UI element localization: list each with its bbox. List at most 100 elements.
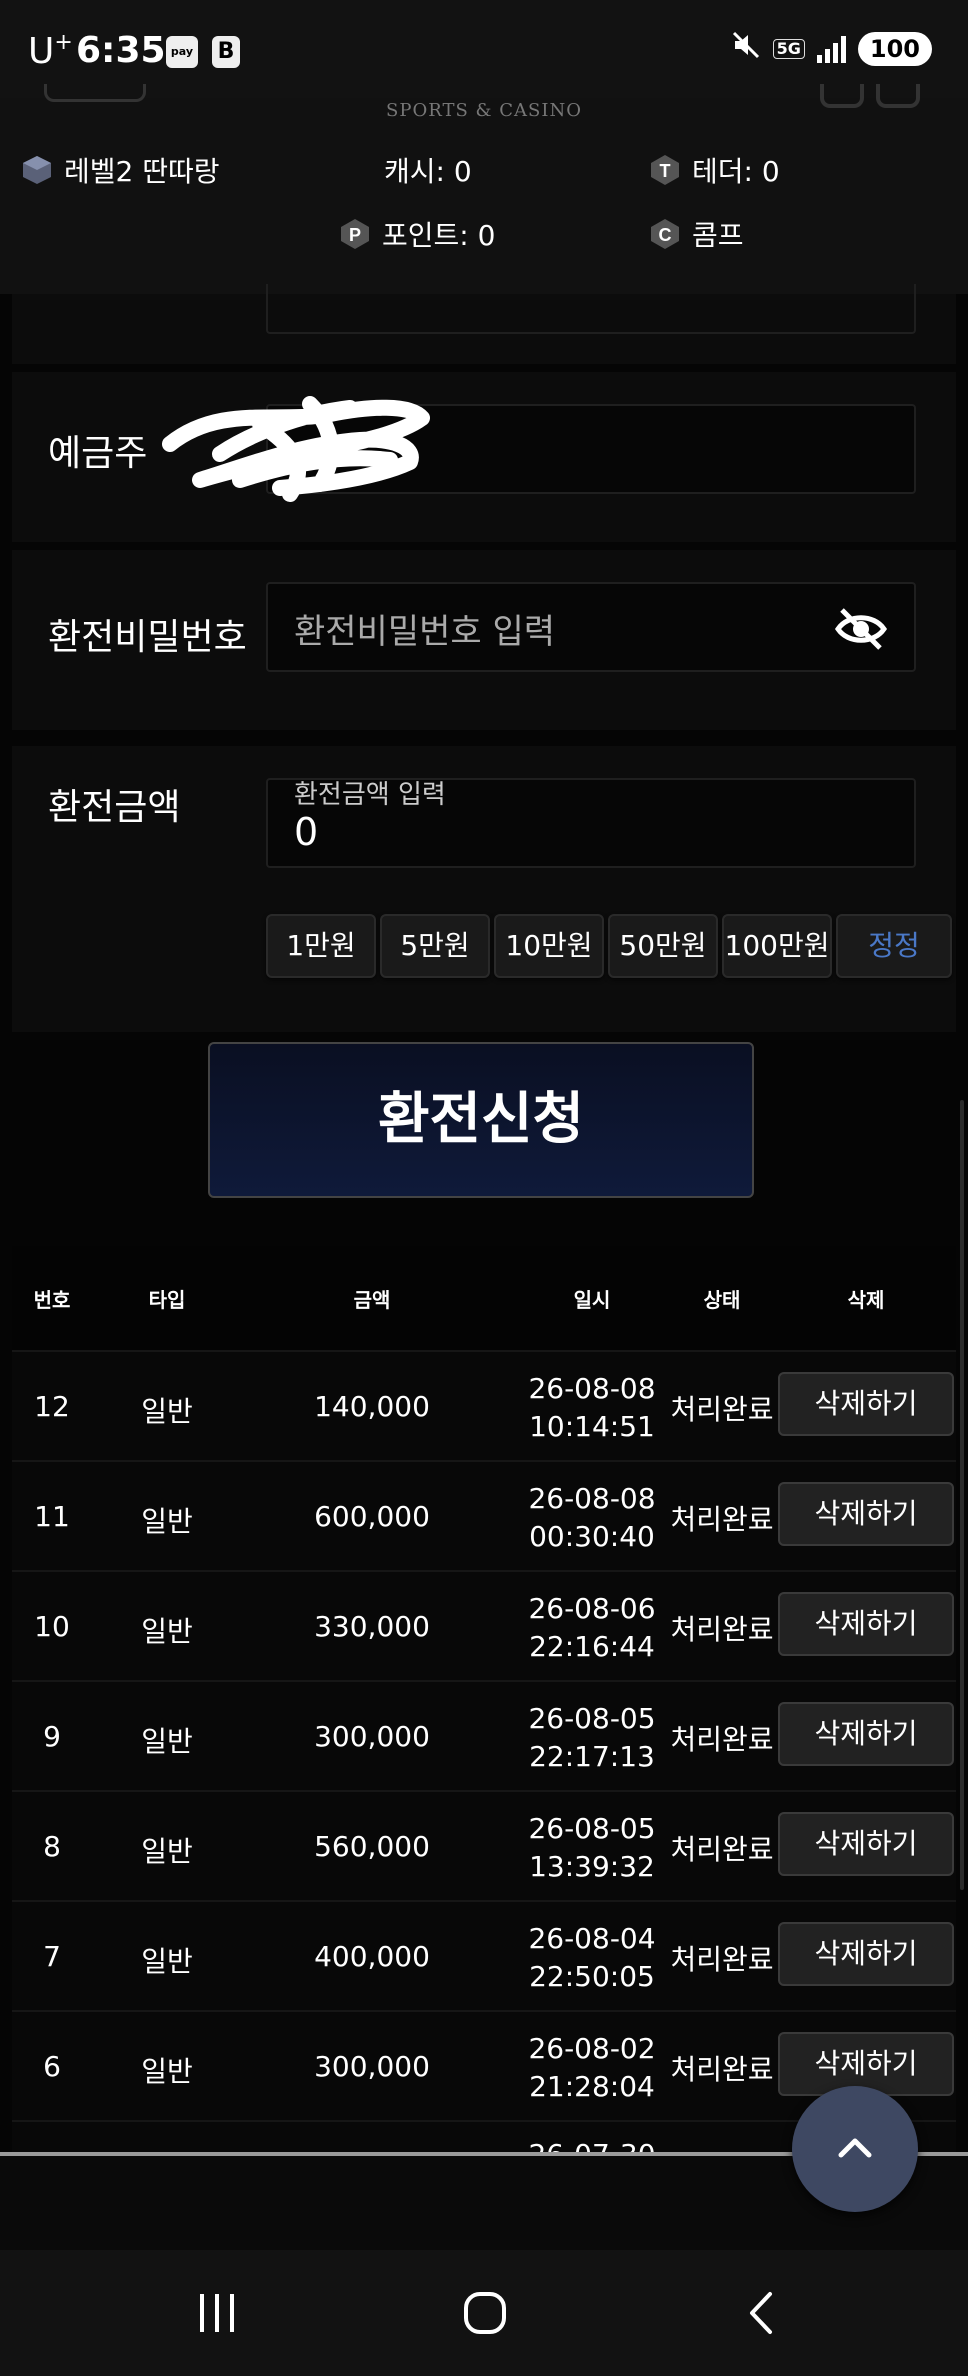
withdraw-password-input[interactable]: 환전비밀번호 입력 <box>266 582 916 672</box>
row-no: 10 <box>34 1610 70 1643</box>
row-no: 11 <box>34 1500 70 1533</box>
tether-info: T 테더: 0 <box>648 150 780 190</box>
withdraw-password-section: 환전비밀번호 환전비밀번호 입력 <box>12 550 956 730</box>
row-type: 일반 <box>141 1725 193 1758</box>
row-amount: 140,000 <box>314 1390 430 1423</box>
eye-off-icon[interactable] <box>834 606 888 652</box>
back-icon[interactable] <box>740 2290 786 2336</box>
svg-text:P: P <box>349 225 361 245</box>
cash-info: 캐시: 0 <box>384 150 472 190</box>
header-button-1[interactable] <box>820 84 864 108</box>
svg-text:C: C <box>659 225 672 245</box>
delete-button[interactable]: 삭제하기 <box>778 1372 954 1436</box>
row-status: 처리완료 <box>670 1833 774 1866</box>
row-status: 처리완료 <box>670 1613 774 1646</box>
table-row: 10 일반 330,000 26-08-06 22:16:44 처리완료 삭제하기 <box>12 1570 956 1680</box>
withdraw-password-label: 환전비밀번호 <box>48 617 247 658</box>
header-status: 상태 <box>703 1288 741 1312</box>
row-status: 처리완료 <box>670 2053 774 2086</box>
amount-value: 0 <box>294 810 319 854</box>
tether-icon: T <box>651 155 679 185</box>
row-amount: 300,000 <box>314 2050 430 2083</box>
row-amount: 560,000 <box>314 1830 430 1863</box>
point-info: P 포인트: 0 <box>338 214 495 254</box>
row-type: 일반 <box>141 1835 193 1868</box>
amount-hint: 환전금액 입력 <box>294 780 446 810</box>
row-no: 6 <box>43 2050 61 2083</box>
row-no: 9 <box>43 1720 61 1753</box>
comp-icon: C <box>651 219 679 249</box>
delete-button[interactable]: 삭제하기 <box>778 1702 954 1766</box>
svg-text:T: T <box>660 161 671 181</box>
row-type: 일반 <box>141 1505 193 1538</box>
level-label: 레벨2 딴따랑 <box>64 155 220 188</box>
delete-button[interactable]: 삭제하기 <box>778 1812 954 1876</box>
row-type: 일반 <box>141 1945 193 1978</box>
row-no: 12 <box>34 1390 70 1423</box>
mute-icon <box>731 30 761 68</box>
pay-icon: pay <box>166 36 198 68</box>
tether-label: 테더: 0 <box>692 155 780 188</box>
recent-apps-icon[interactable] <box>194 2290 240 2336</box>
b-app-icon: B <box>212 36 240 68</box>
delete-button[interactable]: 삭제하기 <box>778 1482 954 1546</box>
point-label: 포인트: 0 <box>382 219 496 252</box>
cash-label: 캐시: 0 <box>384 155 472 188</box>
quick-amount-50000[interactable]: 5만원 <box>380 914 490 978</box>
quick-amount-100000[interactable]: 10만원 <box>494 914 604 978</box>
level-info: 레벨2 딴따랑 <box>20 150 220 190</box>
account-holder-section: 예금주 <box>12 372 956 542</box>
carrier-label: U+ <box>28 30 73 72</box>
comp-label: 콤프 <box>692 219 744 252</box>
android-navigation-bar <box>0 2250 968 2376</box>
quick-amount-10000[interactable]: 1만원 <box>266 914 376 978</box>
reset-amount-button[interactable]: 정정 <box>836 914 952 978</box>
withdraw-submit-button[interactable]: 환전신청 <box>208 1042 754 1198</box>
delete-button[interactable]: 삭제하기 <box>778 1922 954 1986</box>
battery-icon: 100 <box>857 32 932 66</box>
row-no: 8 <box>43 1830 61 1863</box>
withdraw-password-placeholder: 환전비밀번호 입력 <box>294 612 556 652</box>
row-type: 일반 <box>141 1395 193 1428</box>
previous-field-box <box>266 284 916 334</box>
withdraw-amount-section: 환전금액 환전금액 입력 0 <box>12 746 956 1032</box>
comp-info: C 콤프 <box>648 214 744 254</box>
clock: 6:35 <box>76 30 166 71</box>
account-header: SPORTS & CASINO 레벨2 딴따랑 캐시: 0 T 테더: 0 P … <box>0 84 968 294</box>
home-icon[interactable] <box>462 2290 508 2336</box>
table-row: 12 일반 140,000 26-08-08 10:14:51 처리완료 삭제하기 <box>12 1350 956 1460</box>
signal-icon <box>816 35 846 63</box>
withdraw-page: U+ 6:35 pay B 5G 100 SPORTS & CASINO 레벨2… <box>0 0 968 2376</box>
quick-amount-1000000[interactable]: 100만원 <box>722 914 832 978</box>
row-date: 26-07-30 <box>492 2136 692 2152</box>
quick-amount-500000[interactable]: 50만원 <box>608 914 718 978</box>
row-amount: 330,000 <box>314 1610 430 1643</box>
network-badge: 5G <box>772 39 805 59</box>
row-type: 일반 <box>141 1615 193 1648</box>
account-holder-label: 예금주 <box>48 433 148 474</box>
row-status: 처리완료 <box>670 1393 774 1426</box>
row-amount: 300,000 <box>314 1720 430 1753</box>
row-no: 7 <box>43 1940 61 1973</box>
delete-button[interactable]: 삭제하기 <box>778 1592 954 1656</box>
row-status: 처리완료 <box>670 1503 774 1536</box>
scrollbar[interactable] <box>960 1100 964 1890</box>
header-delete: 삭제 <box>847 1288 885 1312</box>
chevron-up-icon <box>838 2138 872 2158</box>
scroll-top-button[interactable] <box>792 2086 918 2212</box>
table-row: 8 일반 560,000 26-08-05 13:39:32 처리완료 삭제하기 <box>12 1790 956 1900</box>
redaction-scribble <box>162 396 430 502</box>
withdraw-amount-input[interactable]: 환전금액 입력 0 <box>266 778 916 868</box>
row-amount: 600,000 <box>314 1500 430 1533</box>
row-type: 일반 <box>141 2055 193 2088</box>
header-amount: 금액 <box>353 1288 391 1312</box>
row-status: 처리완료 <box>670 1943 774 1976</box>
header-button-2[interactable] <box>876 84 920 108</box>
withdraw-amount-label: 환전금액 <box>48 787 181 828</box>
point-icon: P <box>341 219 369 249</box>
row-status: 처리완료 <box>670 1723 774 1756</box>
table-row: 7 일반 400,000 26-08-04 22:50:05 처리완료 삭제하기 <box>12 1900 956 2010</box>
row-amount: 400,000 <box>314 1940 430 1973</box>
header-type: 타입 <box>148 1288 186 1312</box>
status-icons: 5G 100 <box>731 30 932 68</box>
